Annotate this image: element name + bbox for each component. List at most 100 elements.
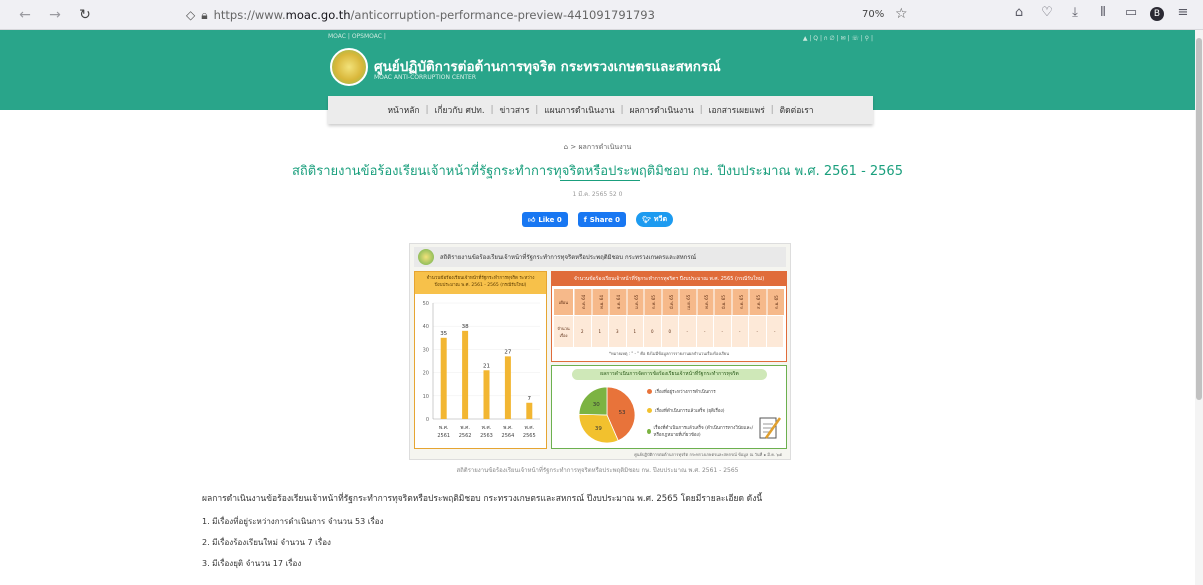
breadcrumb-current[interactable]: ผลการดำเนินงาน — [578, 143, 631, 151]
ministry-logo — [418, 249, 434, 265]
save-to-pocket-icon[interactable]: ⌂ — [1010, 5, 1028, 21]
bar — [483, 370, 490, 419]
scrollbar-thumb[interactable] — [1196, 38, 1202, 400]
pie-slice-label: 30 — [593, 402, 600, 408]
url-domain: moac.go.th — [285, 8, 351, 22]
page-scrollbar[interactable] — [1195, 30, 1203, 585]
post-meta: 1 มี.ค. 2565 52 0 — [572, 191, 623, 198]
twitter-icon: 🐦︎ — [642, 215, 651, 224]
month-cell: พ.ค. 65 — [696, 289, 714, 315]
summary-item: 1. มีเรื่องที่อยู่ระหว่างการดำเนินการ จำ… — [202, 517, 384, 526]
topbar-links[interactable]: MOAC | OPSMOAC | — [328, 33, 386, 43]
account-avatar-icon[interactable]: B — [1150, 7, 1164, 21]
notepad-pen-icon — [759, 417, 782, 439]
main-menu: หน้าหลัก | เกี่ยวกับ ศปท. | ข่าวสาร | แผนกา… — [328, 96, 873, 124]
reload-icon[interactable]: ↻ — [74, 4, 96, 26]
thumbs-up-icon: 👍︎ — [527, 216, 536, 224]
infographic-header: สถิติรายงานข้อร้องเรียนเจ้าหน้าที่รัฐกระ… — [414, 247, 786, 267]
x-tick-label: 2562 — [459, 433, 472, 439]
facebook-share-button[interactable]: f Share 0 — [577, 212, 627, 227]
pie-chart-title: ผลการดำเนินการจัดการข้อร้องเรียนเจ้าหน้า… — [572, 369, 767, 380]
menu-icon[interactable]: ≡ — [1174, 5, 1192, 21]
bar-value-label: 27 — [504, 349, 511, 355]
month-value-cell: 0 — [644, 316, 662, 347]
month-value-row: จำนวน เรื่อง 2 1 3 1 0 0- - - - - - — [554, 316, 784, 347]
y-tick-label: 30 — [423, 347, 429, 353]
infographic-image[interactable]: สถิติรายงานข้อร้องเรียนเจ้าหน้าที่รัฐกระ… — [409, 243, 791, 460]
site-subtitle: MOAC ANTI-CORRUPTION CENTER — [374, 74, 476, 81]
month-cell: ก.ย. 65 — [766, 289, 784, 315]
menu-item-results[interactable]: ผลการดำเนินงาน — [629, 103, 693, 117]
bookmark-star-icon[interactable]: ☆ — [895, 6, 908, 22]
month-cell: ก.พ. 65 — [644, 289, 662, 315]
topbar-tools[interactable]: ▲ | Q | ก ∅ | ✉ | ☏ | ⚲ | — [803, 33, 873, 43]
sidebar-icon[interactable]: ▭ — [1122, 5, 1140, 21]
legend-label: เรื่องที่ดำเนินการแล้วเสร็จ (ดำเนินการทา… — [653, 426, 754, 438]
month-value-cell: 0 — [662, 316, 679, 347]
x-tick-label: พ.ศ. — [460, 425, 470, 431]
x-tick-label: 2564 — [502, 433, 515, 439]
like-label: Like 0 — [538, 215, 562, 224]
y-tick-label: 0 — [426, 417, 429, 423]
value-row-label: จำนวน เรื่อง — [554, 316, 574, 347]
legend-swatch — [647, 408, 652, 413]
facebook-like-button[interactable]: 👍︎ Like 0 — [521, 212, 568, 227]
menu-item-news[interactable]: ข่าวสาร — [500, 103, 530, 117]
url-path: /anticorruption-performance-preview-4410… — [350, 8, 655, 22]
library-icon[interactable]: ⫴ — [1094, 5, 1112, 21]
menu-item-contact[interactable]: ติดต่อเรา — [780, 103, 814, 117]
month-cell: พ.ย. 64 — [591, 289, 609, 315]
menu-separator: | — [425, 105, 429, 115]
infographic-title: สถิติรายงานข้อร้องเรียนเจ้าหน้าที่รัฐกระ… — [440, 254, 697, 261]
downloads-icon[interactable]: ⤓ — [1066, 5, 1084, 21]
url-bar[interactable]: ◇ 🔒︎ https://www.moac.go.th/anticorrupti… — [186, 4, 916, 26]
month-cell: มิ.ย. 65 — [714, 289, 732, 315]
forward-icon[interactable]: → — [44, 4, 66, 26]
month-cell: ก.ค. 65 — [731, 289, 749, 315]
back-icon[interactable]: ← — [14, 4, 36, 26]
bar-value-label: 21 — [483, 363, 490, 369]
menu-separator: | — [770, 105, 774, 115]
pie-chart-panel: ผลการดำเนินการจัดการข้อร้องเรียนเจ้าหน้า… — [551, 365, 787, 449]
menu-item-plans[interactable]: แผนการดำเนินงาน — [544, 103, 614, 117]
infographic-footer: ศูนย์ปฏิบัติการต่อต้านการทุจริต กระทรวงเ… — [634, 452, 782, 457]
pie-slice-label: 39 — [595, 426, 602, 432]
legend-item: เรื่องที่ดำเนินการแล้วเสร็จ (ยุติเรื่อง) — [647, 407, 725, 414]
shield-icon[interactable]: ◇ — [186, 8, 195, 22]
menu-separator: | — [535, 105, 539, 115]
summary-item: 2. มีเรื่องร้องเรียนใหม่ จำนวน 7 เรื่อง — [202, 538, 331, 547]
legend-label: เรื่องที่อยู่ระหว่างการดำเนินการ — [655, 390, 716, 395]
share-buttons: 👍︎ Like 0 f Share 0 🐦︎ ทวีต — [0, 212, 1195, 227]
menu-item-documents[interactable]: เอกสารเผยแพร่ — [709, 103, 765, 117]
zoom-level[interactable]: 70% — [862, 9, 884, 20]
lock-icon[interactable]: 🔒︎ — [201, 8, 207, 23]
y-tick-label: 20 — [423, 371, 429, 377]
x-tick-label: พ.ศ. — [482, 425, 492, 431]
x-tick-label: พ.ศ. — [524, 425, 534, 431]
month-value-cell: - — [679, 316, 697, 347]
menu-separator: | — [490, 105, 494, 115]
monthly-table-title: จำนวนข้อร้องเรียนเจ้าหน้าที่รัฐกระทำการท… — [552, 272, 786, 286]
month-value-cell: 1 — [592, 316, 609, 347]
y-tick-label: 40 — [423, 324, 429, 330]
legend-label: เรื่องที่ดำเนินการแล้วเสร็จ (ยุติเรื่อง) — [655, 409, 725, 414]
month-cell: เม.ย. 65 — [679, 289, 697, 315]
month-cell: ส.ค. 65 — [749, 289, 767, 315]
url-prefix: https://www. — [213, 8, 286, 22]
tweet-button[interactable]: 🐦︎ ทวีต — [636, 212, 673, 227]
menu-item-about[interactable]: เกี่ยวกับ ศปท. — [434, 103, 484, 117]
summary-paragraph: ผลการดำเนินงานข้อร้องเรียนเจ้าหน้าที่รัฐ… — [202, 494, 763, 504]
x-tick-label: 2563 — [480, 433, 493, 439]
home-icon[interactable]: ⌂ — [564, 143, 568, 151]
title-underline — [560, 180, 640, 181]
bar — [440, 337, 447, 419]
bar-value-label: 35 — [440, 331, 447, 337]
breadcrumb: ⌂ > ผลการดำเนินงาน — [563, 143, 632, 151]
pocket-icon[interactable]: ♡ — [1038, 5, 1056, 21]
tweet-label: ทวีต — [653, 215, 667, 223]
menu-separator: | — [699, 105, 703, 115]
monthly-table: เดือน ต.ค. 64 พ.ย. 64 ธ.ค. 64 ม.ค. 65 ก.พ. 65… — [554, 289, 784, 347]
site-logo[interactable] — [330, 48, 368, 86]
month-value-cell: 1 — [627, 316, 644, 347]
menu-item-home[interactable]: หน้าหลัก — [387, 103, 419, 117]
